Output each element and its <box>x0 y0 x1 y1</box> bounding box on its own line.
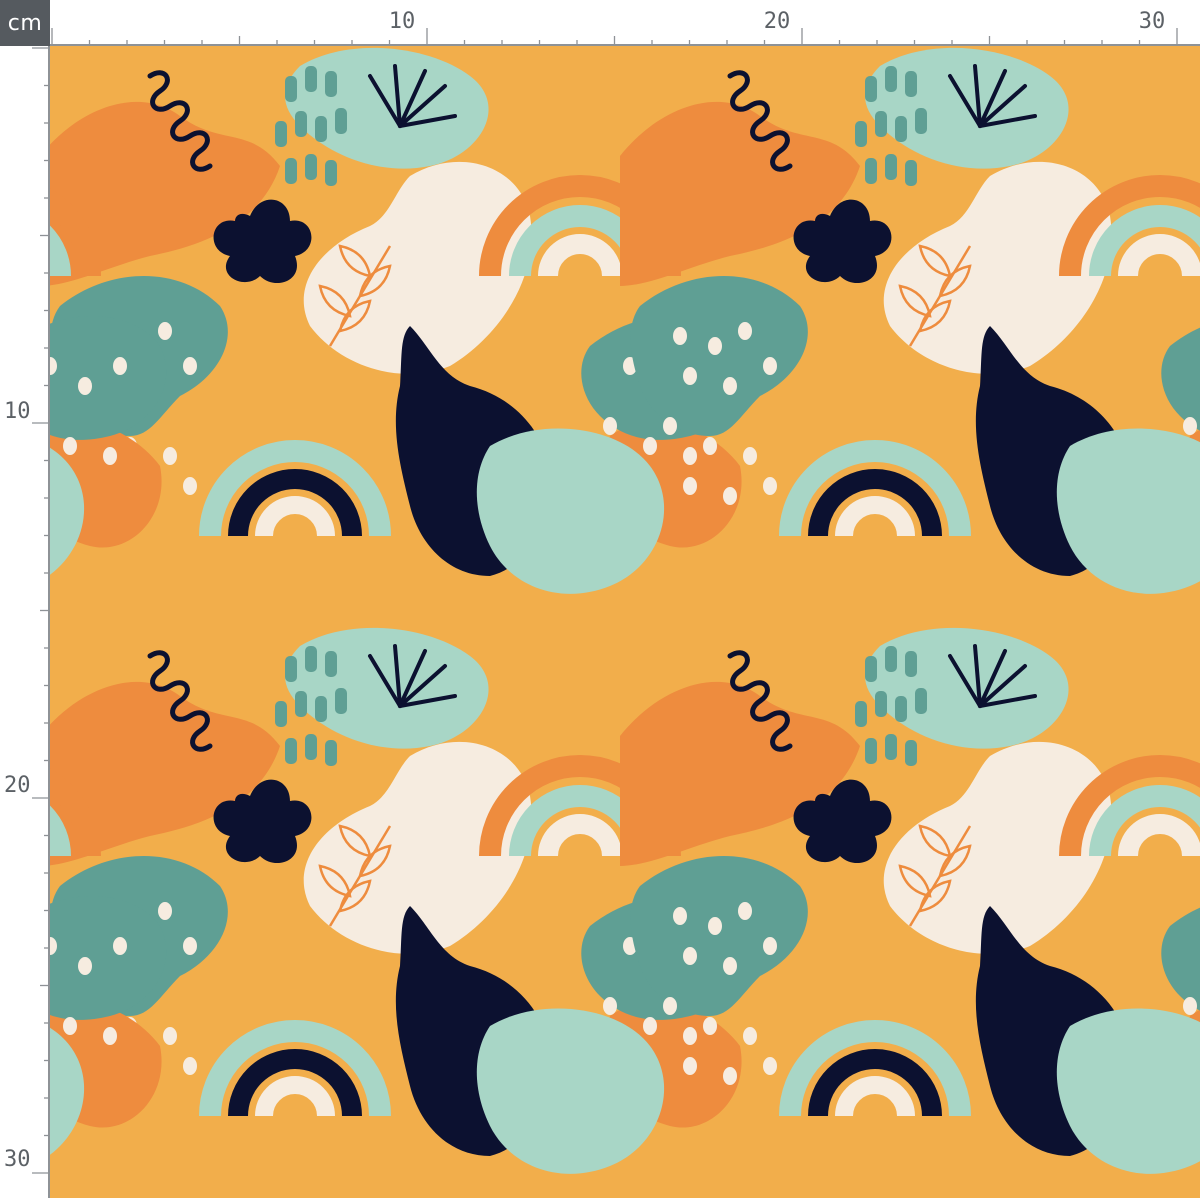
top-label-30: 30 <box>1139 9 1166 34</box>
unit-label: cm <box>7 10 43 36</box>
top-ruler-marks: 10 20 30 <box>51 9 1178 46</box>
pattern-repeat <box>50 46 1200 1174</box>
fabric-preview: cm 10 20 30 10 20 30 <box>0 0 1200 1198</box>
unit-badge: cm <box>0 0 50 46</box>
top-label-10: 10 <box>389 9 416 34</box>
left-label-30: 30 <box>4 1147 31 1172</box>
left-ruler-ticks <box>32 47 50 1174</box>
left-ruler-marks: 10 20 30 <box>4 47 50 1174</box>
pattern-canvas <box>50 46 1200 1198</box>
top-ruler-ticks <box>51 28 1178 46</box>
left-label-20: 20 <box>4 773 31 798</box>
fabric-swatch <box>50 46 1200 1198</box>
top-ruler: 10 20 30 <box>50 0 1200 46</box>
left-ruler: 10 20 30 <box>0 46 50 1198</box>
left-label-10: 10 <box>4 399 31 424</box>
top-label-20: 20 <box>764 9 791 34</box>
